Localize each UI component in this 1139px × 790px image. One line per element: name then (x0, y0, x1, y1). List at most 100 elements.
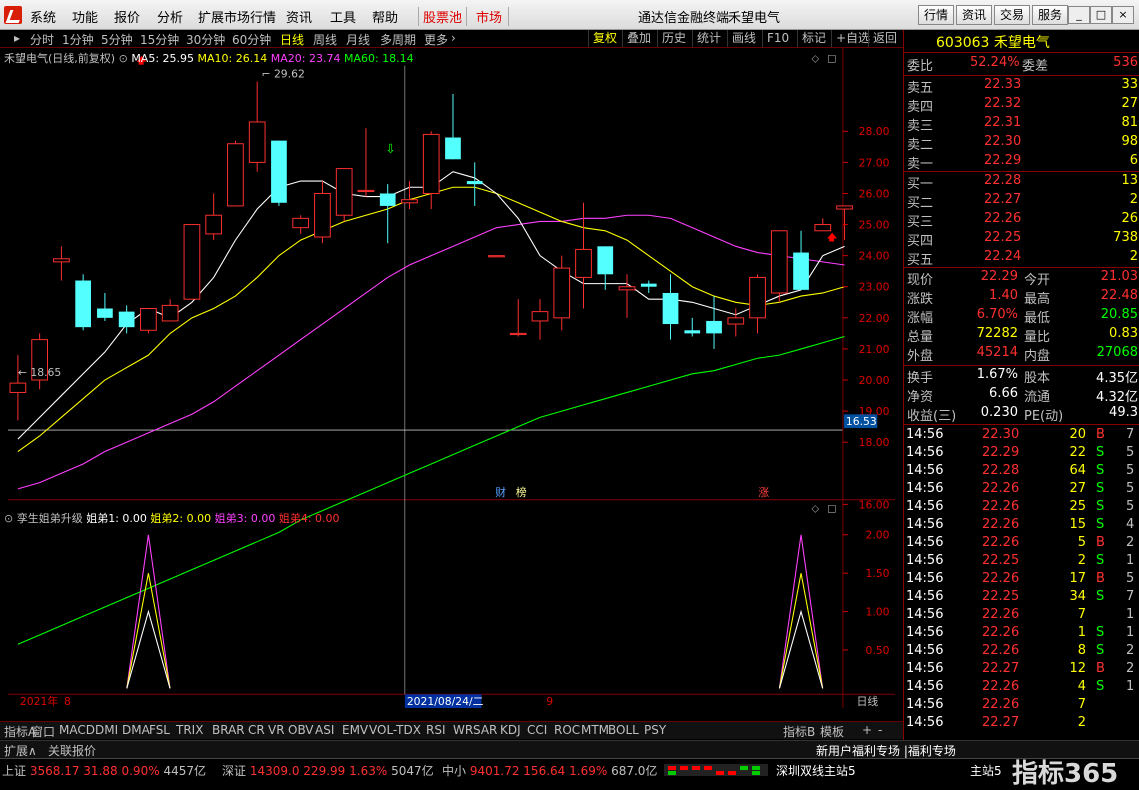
menu-system[interactable]: 系统 (30, 7, 56, 26)
bid-row[interactable]: 买一 22.28 13 (904, 173, 1139, 192)
btn-info[interactable]: 资讯 (956, 5, 993, 25)
tool-overlay[interactable]: 叠加 (622, 30, 655, 47)
menu-tools[interactable]: 工具 (330, 7, 356, 26)
tab-kdj[interactable]: KDJ (500, 723, 521, 737)
stat-row: 外盘 45214 内盘 27068 (907, 345, 1138, 364)
axis-tick-label: 23.00 (859, 281, 890, 294)
period-monthly[interactable]: 月线 (346, 31, 370, 48)
tab-vr[interactable]: VR (268, 723, 285, 737)
tab-模板[interactable]: 模板 (820, 723, 844, 740)
candle-body-down (640, 283, 657, 287)
promo-text[interactable]: 新用户福利专场 |福利专场 (816, 742, 956, 759)
tool-draw[interactable]: 画线 (727, 30, 760, 47)
menu-analysis[interactable]: 分析 (157, 7, 183, 26)
kline-chart[interactable]: 28.00 27.00 26.00 25.00 24.00 23.00 22.00 21.00… (0, 48, 903, 708)
candle-body-up (422, 133, 440, 194)
bid-row[interactable]: 买二 22.27 2 (904, 192, 1139, 211)
tab-boll[interactable]: BOLL (608, 723, 639, 737)
ticker-sz[interactable]: 深证 14309.0 229.99 1.63% 5047亿 (222, 762, 434, 779)
menu-extended-market[interactable]: 扩展市场行情 (198, 7, 276, 26)
date-year: 2021年 (20, 694, 58, 708)
period-30min[interactable]: 30分钟 (186, 31, 225, 48)
btn-quote[interactable]: 行情 (918, 5, 955, 25)
tab-dma[interactable]: DMA (122, 723, 150, 737)
tab-psy[interactable]: PSY (644, 723, 666, 737)
tab-窗口[interactable]: 窗口 (31, 723, 55, 740)
period-daily[interactable]: 日线 (280, 31, 304, 48)
candle-body-down (706, 320, 722, 334)
bid-row[interactable]: 买三 22.26 26 (904, 211, 1139, 230)
expand-button[interactable]: 扩展∧ (4, 742, 37, 759)
period-5min[interactable]: 5分钟 (101, 31, 133, 48)
tool-back[interactable]: 返回 (868, 30, 901, 47)
restore-icon[interactable]: □ (827, 504, 836, 515)
bid-row[interactable]: 买四 22.25 738 (904, 230, 1139, 249)
tab-macd[interactable]: MACD (59, 723, 95, 737)
event-tag-finance[interactable]: 财 (495, 485, 506, 499)
event-tag-list[interactable]: 榜 (516, 485, 527, 499)
tab-brar[interactable]: BRAR (212, 723, 245, 737)
dropdown-icon[interactable]: ⊙ (119, 52, 128, 65)
ask-row[interactable]: 卖三 22.31 81 (904, 115, 1139, 134)
tool-f10[interactable]: F10 (762, 30, 793, 47)
tab-dmi[interactable]: DMI (95, 723, 118, 737)
tool-mark[interactable]: 标记 (797, 30, 830, 47)
tab-mtm[interactable]: MTM (581, 723, 609, 737)
tool-stats[interactable]: 统计 (692, 30, 725, 47)
period-more[interactable]: 更多 (424, 31, 448, 48)
app-logo-icon (4, 6, 22, 24)
ask-row[interactable]: 卖一 22.29 6 (904, 153, 1139, 172)
btn-trade[interactable]: 交易 (994, 5, 1031, 25)
chevron-right-icon[interactable]: › (451, 31, 456, 45)
ask-row[interactable]: 卖四 22.32 27 (904, 96, 1139, 115)
server-status[interactable]: 深圳双线主站5 (776, 762, 856, 779)
tab-sar[interactable]: SAR (473, 723, 497, 737)
ask-row[interactable]: 卖五 22.33 33 (904, 77, 1139, 96)
menu-help[interactable]: 帮助 (372, 7, 398, 26)
period-15min[interactable]: 15分钟 (140, 31, 179, 48)
btn-service[interactable]: 服务 (1032, 5, 1069, 25)
menu-market[interactable]: 市场 (470, 7, 510, 26)
tab-obv[interactable]: OBV (288, 723, 314, 737)
ticker-zx[interactable]: 中小 9401.72 156.64 1.69% 687.0亿 (442, 762, 657, 779)
close-icon[interactable]: × (1112, 6, 1134, 24)
menu-stock-pool[interactable]: 股票池 (418, 7, 468, 26)
tab-asi[interactable]: ASI (315, 723, 334, 737)
tab-roc[interactable]: ROC (554, 723, 580, 737)
dropdown-icon[interactable]: ⊙ (4, 512, 13, 525)
tab-trix[interactable]: TRIX (176, 723, 203, 737)
ind-axis-tick-label: 2.00 (865, 529, 889, 542)
tick-row: 14:56 22.26 17 B 5 (906, 571, 1135, 586)
zoom-in-icon[interactable]: + (862, 723, 872, 737)
tab-fsl[interactable]: FSL (149, 723, 170, 737)
tab-wr[interactable]: WR (453, 723, 473, 737)
period-fenshi[interactable]: 分时 (30, 31, 54, 48)
minimize-icon[interactable]: _ (1068, 6, 1090, 24)
maximize-icon[interactable]: □ (1090, 6, 1112, 24)
period-weekly[interactable]: 周线 (313, 31, 337, 48)
menu-info[interactable]: 资讯 (286, 7, 312, 26)
tab-指标b[interactable]: 指标B (783, 723, 815, 740)
bid-row[interactable]: 买五 22.24 2 (904, 249, 1139, 268)
tab-rsi[interactable]: RSI (426, 723, 446, 737)
menu-function[interactable]: 功能 (72, 7, 98, 26)
period-60min[interactable]: 60分钟 (232, 31, 271, 48)
tab-cci[interactable]: CCI (527, 723, 547, 737)
menu-quote[interactable]: 报价 (114, 7, 140, 26)
menu-toggle-icon[interactable]: ▸ (14, 31, 20, 45)
related-quote-button[interactable]: 关联报价 (48, 742, 96, 759)
tab-cr[interactable]: CR (248, 723, 265, 737)
ticker-sh[interactable]: 上证 3568.17 31.88 0.90% 4457亿 (2, 762, 206, 779)
period-multi[interactable]: 多周期 (380, 31, 416, 48)
tab-emv[interactable]: EMV (342, 723, 368, 737)
tool-fuquan[interactable]: 复权 (588, 30, 621, 47)
diamond-icon[interactable]: ◇ (811, 504, 819, 515)
restore-icon[interactable]: □ (827, 54, 836, 65)
period-1min[interactable]: 1分钟 (62, 31, 94, 48)
tool-history[interactable]: 历史 (657, 30, 690, 47)
diamond-icon[interactable]: ◇ (811, 54, 819, 65)
zoom-out-icon[interactable]: - (878, 723, 882, 737)
tab-vol-tdx[interactable]: VOL-TDX (369, 723, 421, 737)
ask-row[interactable]: 卖二 22.30 98 (904, 134, 1139, 153)
event-tag-limitup[interactable]: 涨 (758, 486, 769, 499)
